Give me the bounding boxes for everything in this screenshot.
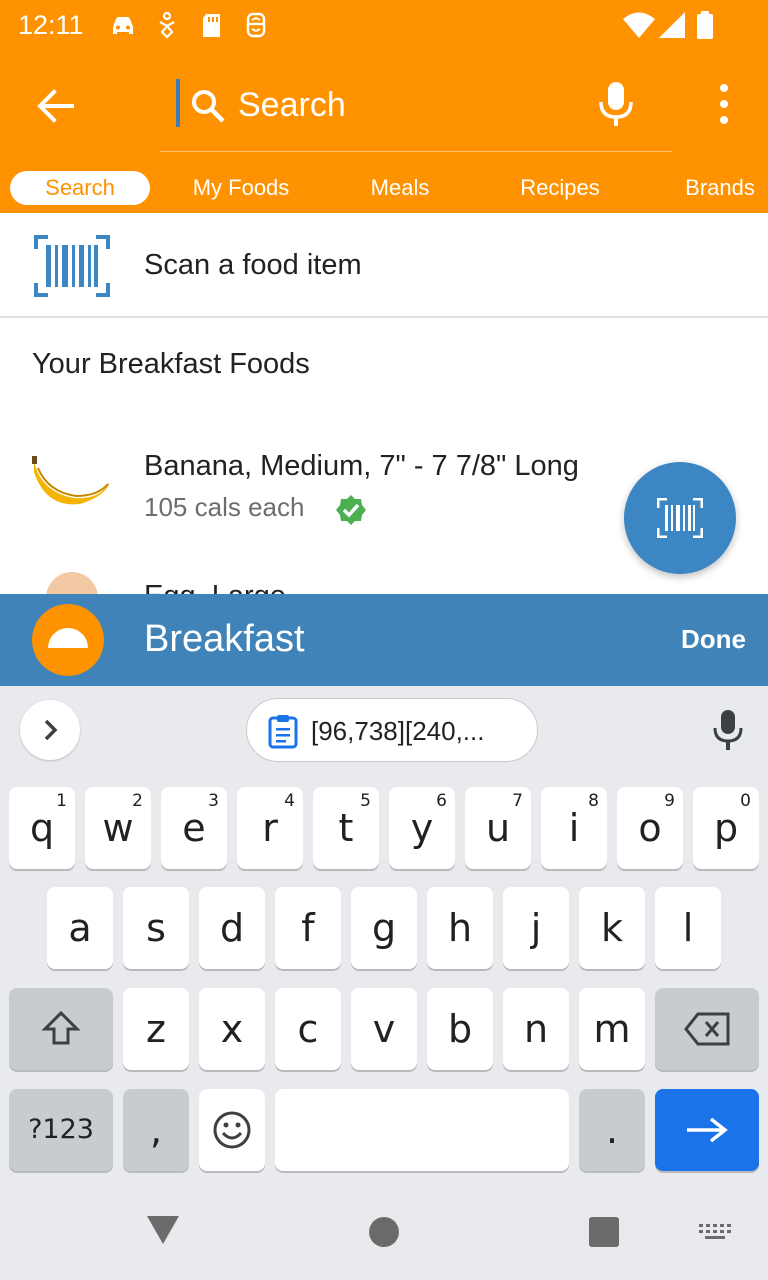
key-g[interactable]: g (351, 887, 417, 969)
text-cursor (176, 79, 180, 127)
car-icon (108, 10, 138, 40)
signal-icon (657, 10, 687, 40)
sync-icon (241, 10, 271, 40)
shift-arrow-icon (41, 1010, 81, 1045)
symbols-key[interactable]: ?123 (9, 1089, 113, 1171)
key-w[interactable]: w2 (85, 787, 151, 869)
food-name: Banana, Medium, 7" - 7 7/8" Long (144, 450, 579, 482)
key-q[interactable]: q1 (9, 787, 75, 869)
scan-food-row[interactable]: Scan a food item (0, 213, 768, 318)
key-z[interactable]: z (123, 988, 189, 1070)
enter-key[interactable] (655, 1089, 759, 1171)
sd-card-icon (197, 10, 227, 40)
backspace-key[interactable] (655, 988, 759, 1070)
key-e[interactable]: e3 (161, 787, 227, 869)
key-j[interactable]: j (503, 887, 569, 969)
section-title: Your Breakfast Foods (32, 348, 310, 380)
space-bar[interactable] (275, 1089, 569, 1171)
clipboard-icon (267, 713, 299, 749)
tab-bar: Search My Foods Meals Recipes Brands (0, 163, 768, 213)
key-a[interactable]: a (47, 887, 113, 969)
clipboard-text: [96,738][240,... (311, 716, 485, 746)
egg-image (46, 572, 98, 594)
tab-meals[interactable]: Meals (340, 171, 460, 205)
app-bar (0, 50, 768, 163)
backspace-icon (684, 1012, 730, 1046)
period-key[interactable]: . (579, 1089, 645, 1171)
key-u[interactable]: u7 (465, 787, 531, 869)
emoji-key[interactable] (199, 1089, 265, 1171)
status-bar: 12:11 (0, 0, 768, 50)
key-k[interactable]: k (579, 887, 645, 969)
status-time: 12:11 (18, 10, 84, 40)
breakfast-sunrise-icon (32, 604, 104, 676)
nav-recents-icon[interactable] (589, 1217, 619, 1247)
meal-label: Breakfast (144, 618, 305, 660)
tab-my-foods[interactable]: My Foods (170, 171, 312, 205)
key-t[interactable]: t5 (313, 787, 379, 869)
key-p[interactable]: p0 (693, 787, 759, 869)
key-m[interactable]: m (579, 988, 645, 1070)
nav-home-icon[interactable] (369, 1217, 399, 1247)
system-nav-bar (0, 1180, 768, 1280)
barcode-scan-fab[interactable] (624, 462, 736, 574)
key-s[interactable]: s (123, 887, 189, 969)
voice-input-mic-icon[interactable] (710, 708, 746, 752)
food-calories: 105 cals each (144, 492, 305, 522)
key-n[interactable]: n (503, 988, 569, 1070)
accessibility-icon (152, 10, 182, 40)
arrow-right-icon (687, 1117, 728, 1143)
key-x[interactable]: x (199, 988, 265, 1070)
key-y[interactable]: y6 (389, 787, 455, 869)
more-vert-icon[interactable] (706, 80, 742, 128)
wifi-icon (622, 10, 656, 40)
food-name: Egg, Large (144, 580, 286, 594)
key-b[interactable]: b (427, 988, 493, 1070)
meal-bar: Breakfast Done (0, 594, 768, 686)
back-arrow-icon[interactable] (30, 80, 82, 132)
key-h[interactable]: h (427, 887, 493, 969)
barcode-icon (657, 498, 703, 538)
key-l[interactable]: l (655, 887, 721, 969)
battery-icon (694, 10, 716, 40)
banana-image (30, 452, 114, 512)
shift-key[interactable] (9, 988, 113, 1070)
key-d[interactable]: d (199, 887, 265, 969)
key-f[interactable]: f (275, 887, 341, 969)
search-input[interactable] (238, 80, 578, 130)
chevron-right-icon (44, 719, 58, 741)
clipboard-suggestion-chip[interactable]: [96,738][240,... (246, 698, 538, 762)
key-r[interactable]: r4 (237, 787, 303, 869)
search-icon (190, 88, 226, 124)
emoji-smile-icon (213, 1111, 251, 1149)
comma-key[interactable]: , (123, 1089, 189, 1171)
key-o[interactable]: o9 (617, 787, 683, 869)
tab-search[interactable]: Search (10, 171, 150, 205)
verified-check-icon (335, 494, 367, 526)
done-button[interactable]: Done (656, 624, 746, 655)
key-v[interactable]: v (351, 988, 417, 1070)
tab-brands[interactable]: Brands (660, 171, 768, 205)
key-c[interactable]: c (275, 988, 341, 1070)
tab-recipes[interactable]: Recipes (490, 171, 630, 205)
key-i[interactable]: i8 (541, 787, 607, 869)
barcode-icon (34, 235, 110, 297)
expand-toolbar-button[interactable] (20, 700, 80, 760)
mic-icon[interactable] (596, 80, 636, 128)
nav-back-icon[interactable] (145, 1214, 181, 1246)
keyboard-switch-icon[interactable] (698, 1222, 732, 1242)
scan-label: Scan a food item (144, 249, 362, 281)
